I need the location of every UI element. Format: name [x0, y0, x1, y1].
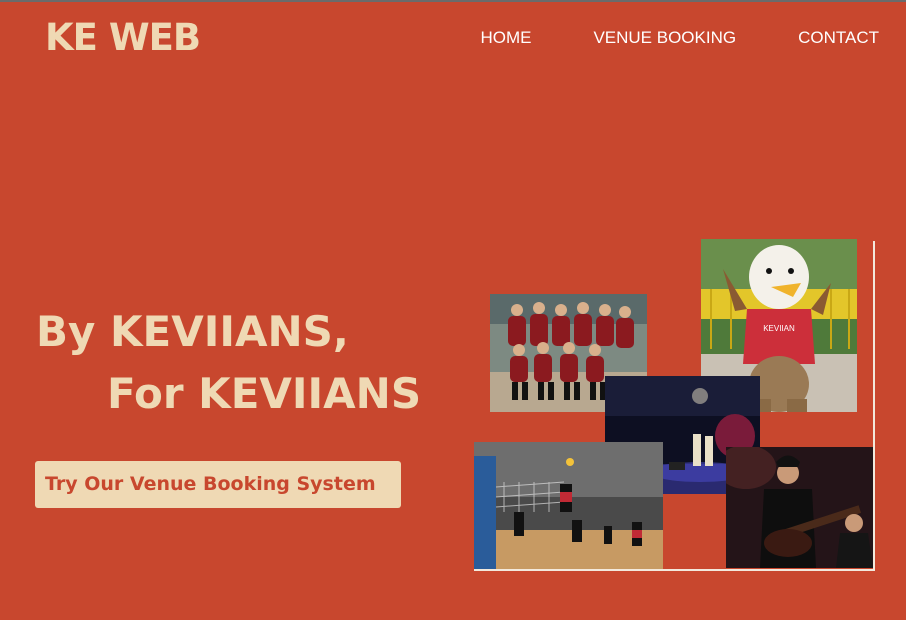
site-logo[interactable]: KE WEB — [45, 14, 201, 62]
collage-frame-bottom — [474, 569, 875, 571]
mascot-shirt-text: KEVIIAN — [763, 324, 795, 333]
volleyball-photo — [474, 442, 663, 570]
nav-home-link[interactable]: HOME — [480, 26, 531, 50]
venue-booking-cta-button[interactable]: Try Our Venue Booking System — [35, 461, 401, 508]
guitarist-photo — [726, 447, 873, 568]
nav-venue-booking-link[interactable]: VENUE BOOKING — [593, 26, 736, 50]
main-nav: HOME VENUE BOOKING CONTACT — [480, 26, 879, 50]
nav-contact-link[interactable]: CONTACT — [798, 26, 879, 50]
collage-frame-right — [873, 241, 875, 571]
hero-headline-line1: By KEVIIANS, — [36, 307, 349, 356]
top-border — [0, 0, 906, 2]
hero-headline-line2: For KEVIIANS — [107, 369, 422, 418]
